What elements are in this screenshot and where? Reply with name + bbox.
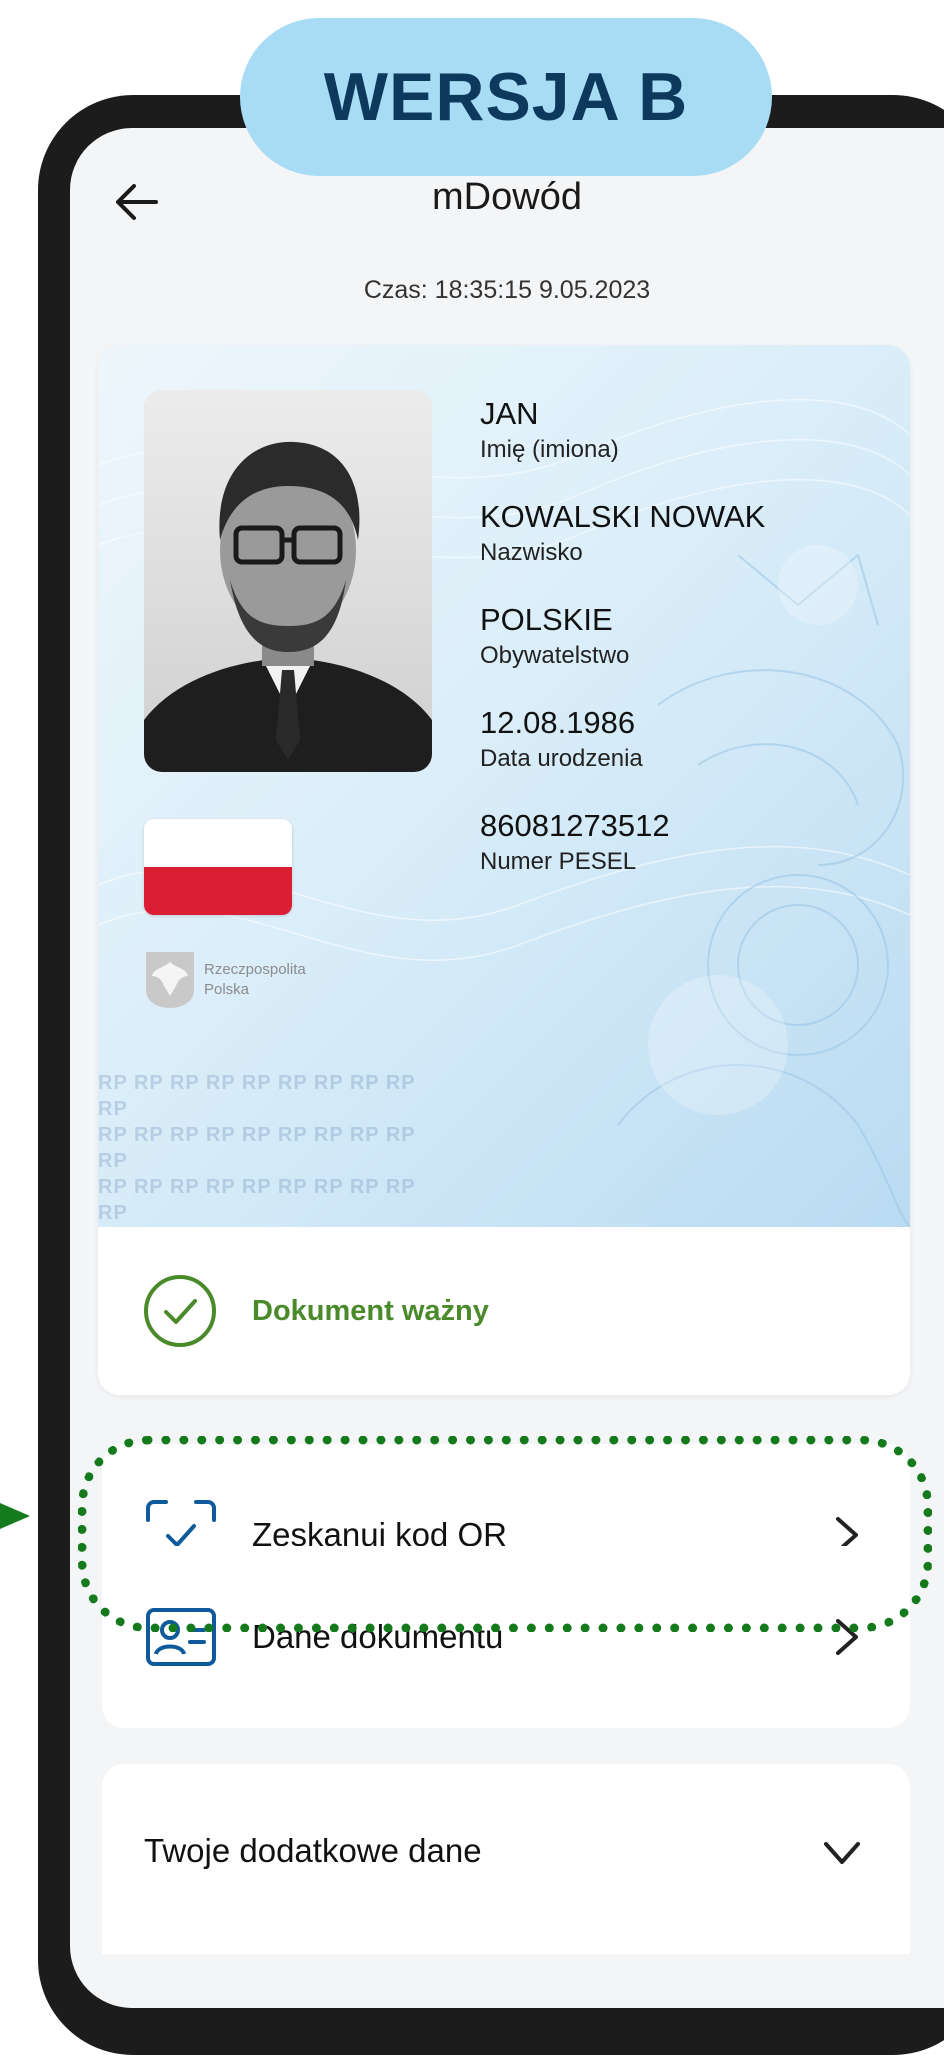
eagle-emblem-icon bbox=[146, 952, 194, 1008]
emblem-text-line-2: Polska bbox=[204, 981, 250, 998]
state-emblem: Rzeczpospolita Polska bbox=[144, 950, 306, 1010]
app-screen: mDowód Czas: 18:35:15 9.05.2023 Rzeczpos… bbox=[70, 128, 944, 2008]
field-pesel: 86081273512 Numer PESEL bbox=[480, 808, 670, 875]
additional-data-section[interactable]: Twoje dodatkowe dane bbox=[102, 1764, 910, 1954]
field-citizenship: POLSKIE Obywatelstwo bbox=[480, 602, 630, 669]
person-portrait-icon bbox=[144, 390, 432, 772]
status-text: Dokument ważny bbox=[252, 1294, 489, 1327]
field-birth-date: 12.08.1986 Data urodzenia bbox=[480, 705, 643, 772]
id-card: Rzeczpospolita Polska RP RP RP RP RP RP … bbox=[98, 345, 910, 1395]
document-status: Dokument ważny bbox=[98, 1227, 910, 1395]
check-circle-icon bbox=[144, 1275, 216, 1347]
page-title: mDowód bbox=[432, 176, 582, 218]
id-card-front: Rzeczpospolita Polska RP RP RP RP RP RP … bbox=[98, 345, 910, 1227]
portrait-photo bbox=[144, 390, 432, 772]
document-data-label: Dane dokumentu bbox=[252, 1618, 504, 1655]
field-last-name: KOWALSKI NOWAK Nazwisko bbox=[480, 499, 766, 566]
chevron-right-icon bbox=[836, 1619, 858, 1655]
personal-data-fields: JAN Imię (imiona) KOWALSKI NOWAK Nazwisk… bbox=[480, 395, 765, 910]
timestamp: Czas: 18:35:15 9.05.2023 bbox=[363, 276, 651, 304]
emblem-text-line-1: Rzeczpospolita bbox=[204, 961, 306, 978]
chevron-down-icon bbox=[824, 1842, 860, 1864]
field-first-name: JAN Imię (imiona) bbox=[480, 396, 619, 463]
polish-flag bbox=[144, 819, 292, 915]
id-card-icon bbox=[146, 1608, 216, 1666]
document-data-button[interactable]: Dane dokumentu bbox=[102, 1546, 910, 1728]
rp-microtext: RP RP RP RP RP RP RP RP RP RP RP RP RP R… bbox=[98, 1072, 416, 1224]
additional-data-label: Twoje dodatkowe dane bbox=[144, 1832, 482, 1869]
version-badge: WERSJA B bbox=[240, 18, 772, 176]
pointer-arrow-icon bbox=[0, 1503, 30, 1529]
